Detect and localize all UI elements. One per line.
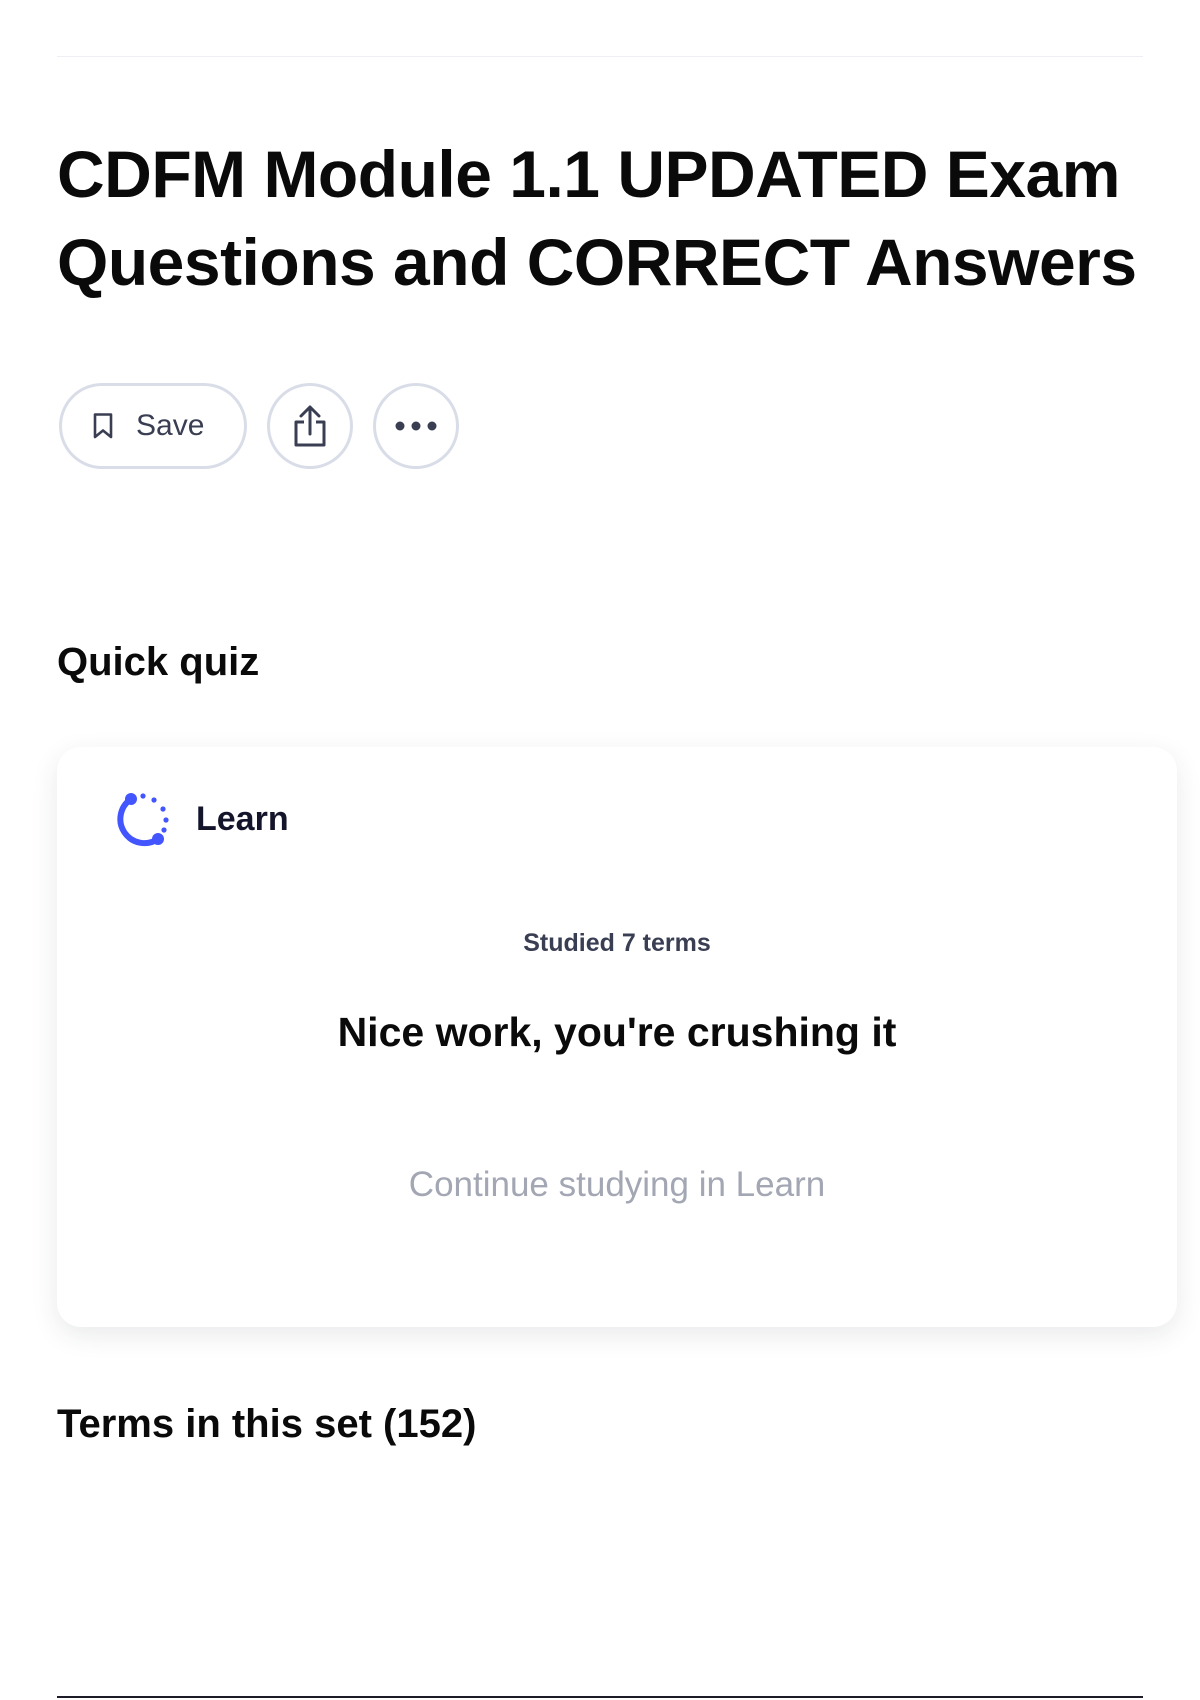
page-title: CDFM Module 1.1 UPDATED Exam Questions a…: [57, 137, 1137, 299]
quick-quiz-heading: Quick quiz: [57, 640, 260, 684]
learn-progress-icon: [117, 793, 169, 847]
more-options-button[interactable]: [373, 383, 459, 469]
learn-card-header: Learn: [114, 789, 289, 849]
learn-card: Learn Studied 7 terms Nice work, you're …: [57, 747, 1177, 1327]
save-button-label: Save: [136, 409, 205, 442]
studied-count: Studied 7 terms: [523, 929, 711, 957]
save-button[interactable]: Save: [59, 383, 247, 469]
learn-mode-name: Learn: [196, 799, 289, 838]
more-options-icon: [395, 421, 437, 431]
share-button[interactable]: [267, 383, 353, 469]
top-divider: [57, 56, 1143, 57]
set-actions: Save: [59, 383, 459, 469]
progress-message: Nice work, you're crushing it: [337, 1009, 897, 1055]
share-icon: [294, 405, 326, 447]
bottom-divider: [57, 1696, 1143, 1698]
terms-heading: Terms in this set (152): [57, 1402, 477, 1446]
continue-learn-link[interactable]: Continue studying in Learn: [57, 1165, 1177, 1205]
bookmark-icon: [93, 413, 113, 439]
